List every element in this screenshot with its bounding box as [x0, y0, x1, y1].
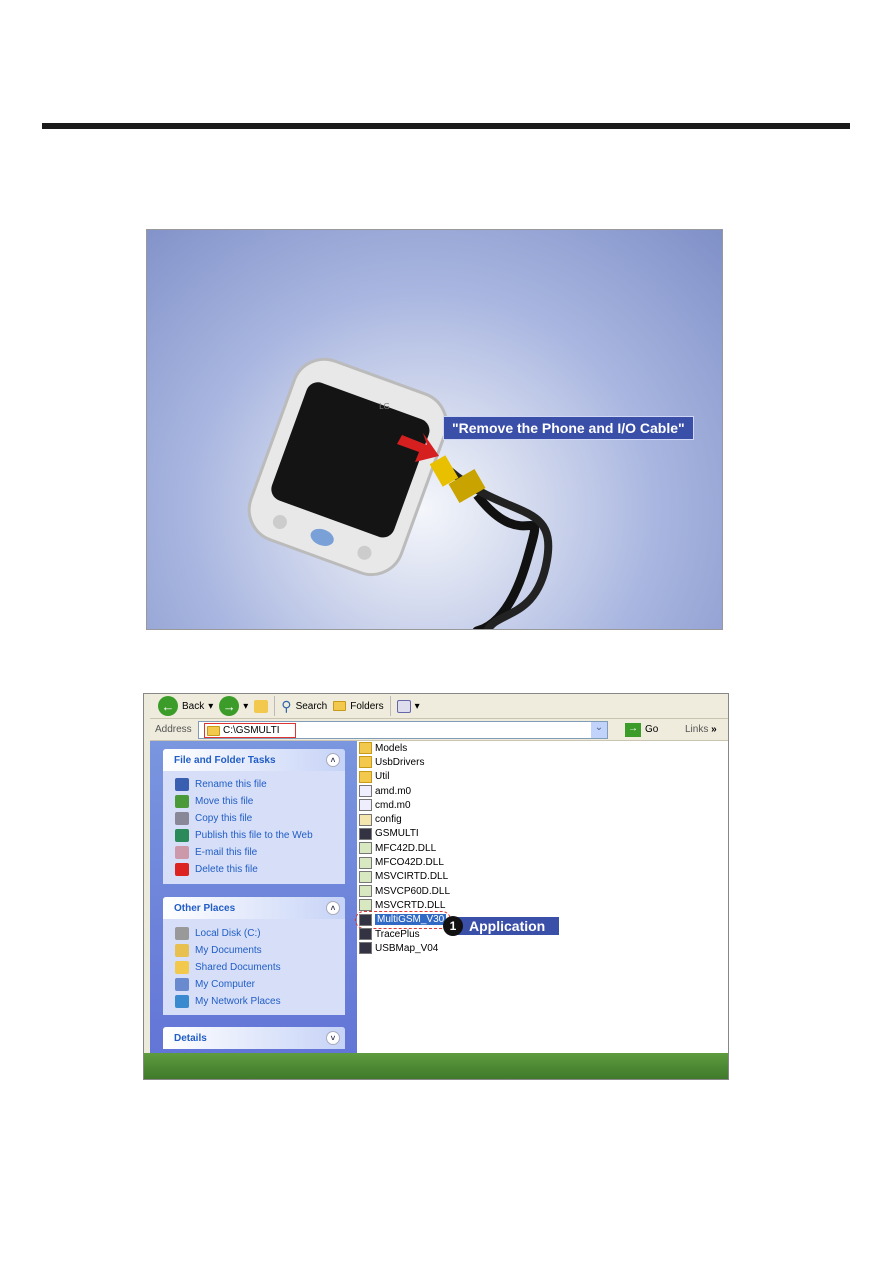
phone-brand-logo: LG — [379, 402, 390, 411]
application-annotation: 1 Application — [443, 916, 560, 936]
app-icon — [359, 928, 372, 940]
tasks-item[interactable]: Copy this file — [163, 810, 345, 827]
tasks-item[interactable]: Delete this file — [163, 861, 345, 878]
app-icon — [359, 913, 372, 926]
places-icon — [175, 944, 189, 957]
folders-button[interactable]: Folders — [333, 701, 384, 712]
annotation-number: 1 — [443, 916, 463, 936]
file-item[interactable]: Util — [357, 770, 728, 784]
dll-icon — [359, 842, 372, 855]
panel-header[interactable]: Details ˅ — [163, 1027, 345, 1049]
places-item[interactable]: My Computer — [163, 976, 345, 993]
places-item[interactable]: My Network Places — [163, 993, 345, 1010]
tasks-icon — [175, 846, 189, 859]
callout-label: "Remove the Phone and I/O Cable" — [443, 416, 694, 440]
panel-header[interactable]: Other Places ˄ — [163, 897, 345, 919]
panel-header[interactable]: File and Folder Tasks ˄ — [163, 749, 345, 771]
annotation-label: Application — [455, 917, 560, 935]
desktop-background — [144, 1053, 728, 1079]
places-item[interactable]: My Documents — [163, 942, 345, 959]
dll-icon — [359, 885, 372, 898]
separator — [274, 696, 276, 716]
collapse-icon[interactable]: ˄ — [326, 753, 340, 767]
places-icon — [175, 978, 189, 991]
tasks-icon — [175, 778, 189, 791]
tasks-item[interactable]: Publish this file to the Web — [163, 827, 345, 844]
go-arrow-icon: → — [625, 722, 641, 737]
forward-button[interactable]: → ▾ — [219, 696, 248, 716]
places-item[interactable]: Local Disk (C:) — [163, 925, 345, 942]
app-icon — [359, 942, 372, 955]
places-icon — [175, 927, 189, 940]
config-icon — [359, 813, 372, 826]
search-button[interactable]: ⚲ Search — [281, 698, 327, 715]
other-places-panel: Other Places ˄ Local Disk (C:) My Document… — [163, 897, 345, 1015]
folder-icon — [359, 756, 372, 769]
file-item[interactable]: UsbDrivers — [357, 755, 728, 769]
header-rule — [42, 123, 850, 129]
tasks-icon — [175, 863, 189, 876]
file-folder-tasks-panel: File and Folder Tasks ˄ Rename this file M… — [163, 749, 345, 884]
go-button[interactable]: → Go — [625, 722, 658, 737]
file-item[interactable]: MSVCIRTD.DLL — [357, 870, 728, 884]
tasks-icon — [175, 812, 189, 825]
back-arrow-icon: ← — [158, 696, 178, 716]
collapse-icon[interactable]: ˄ — [326, 901, 340, 915]
tasks-item[interactable]: Move this file — [163, 793, 345, 810]
forward-arrow-icon: → — [219, 696, 240, 716]
file-item[interactable]: config — [357, 812, 728, 826]
address-label: Address — [155, 724, 192, 735]
folder-icon — [207, 725, 220, 736]
places-icon — [175, 995, 189, 1008]
folders-icon — [333, 701, 347, 711]
tasks-icon — [175, 795, 189, 808]
file-item[interactable]: Models — [357, 741, 728, 755]
views-icon — [396, 699, 411, 713]
dll-icon — [359, 856, 372, 869]
folder-icon — [359, 742, 372, 755]
tasks-item[interactable]: Rename this file — [163, 776, 345, 793]
file-item[interactable]: MFC42D.DLL — [357, 841, 728, 855]
file-icon — [359, 785, 372, 798]
places-item[interactable]: Shared Documents — [163, 959, 345, 976]
app-icon — [359, 827, 372, 840]
dll-icon — [359, 899, 372, 912]
places-icon — [175, 961, 189, 974]
file-item[interactable]: MFCO42D.DLL — [357, 855, 728, 869]
file-item[interactable]: USBMap_V04 — [357, 941, 728, 955]
phone-cable-figure: LG "Remove the Phone and I/O Cable" — [146, 229, 723, 630]
dll-icon — [359, 870, 372, 883]
file-item[interactable]: MSVCRTD.DLL — [357, 898, 728, 912]
expand-icon[interactable]: ˅ — [326, 1031, 340, 1045]
dropdown-arrow-icon: ▾ — [208, 700, 214, 712]
file-item[interactable]: MSVCP60D.DLL — [357, 884, 728, 898]
up-folder-button[interactable] — [254, 699, 269, 713]
toolbar: ← Back ▾ → ▾ ⚲ Search Folders ▾ — [150, 694, 728, 719]
address-bar: Address C:\GSMULTI ⌄ → Go Links » — [150, 719, 728, 741]
file-item[interactable]: MultiGSM_V30 — [355, 910, 451, 929]
details-panel: Details ˅ — [163, 1027, 345, 1049]
links-button[interactable]: Links » — [685, 724, 717, 735]
dropdown-arrow-icon: ▾ — [414, 700, 420, 712]
dropdown-arrow-icon[interactable]: ⌄ — [591, 722, 607, 738]
file-item[interactable]: GSMULTI — [357, 827, 728, 841]
up-folder-icon — [254, 699, 269, 713]
back-button[interactable]: ← Back ▾ — [158, 696, 213, 716]
task-pane: File and Folder Tasks ˄ Rename this file M… — [150, 741, 357, 1053]
separator — [389, 696, 391, 716]
file-list: Models UsbDrivers Util amd.m0 cmd.m0 config GS… — [355, 741, 728, 1053]
views-button[interactable]: ▾ — [396, 699, 420, 713]
dropdown-arrow-icon: ▾ — [243, 700, 249, 712]
tasks-icon — [175, 829, 189, 842]
folder-icon — [359, 770, 372, 783]
search-icon: ⚲ — [281, 697, 292, 714]
file-item[interactable]: cmd.m0 — [357, 798, 728, 812]
file-icon — [359, 799, 372, 812]
address-input[interactable]: C:\GSMULTI ⌄ — [198, 721, 608, 739]
tasks-item[interactable]: E-mail this file — [163, 844, 345, 861]
file-item[interactable]: amd.m0 — [357, 784, 728, 798]
explorer-window: ← Back ▾ → ▾ ⚲ Search Folders ▾ Address C:\G… — [143, 693, 729, 1080]
